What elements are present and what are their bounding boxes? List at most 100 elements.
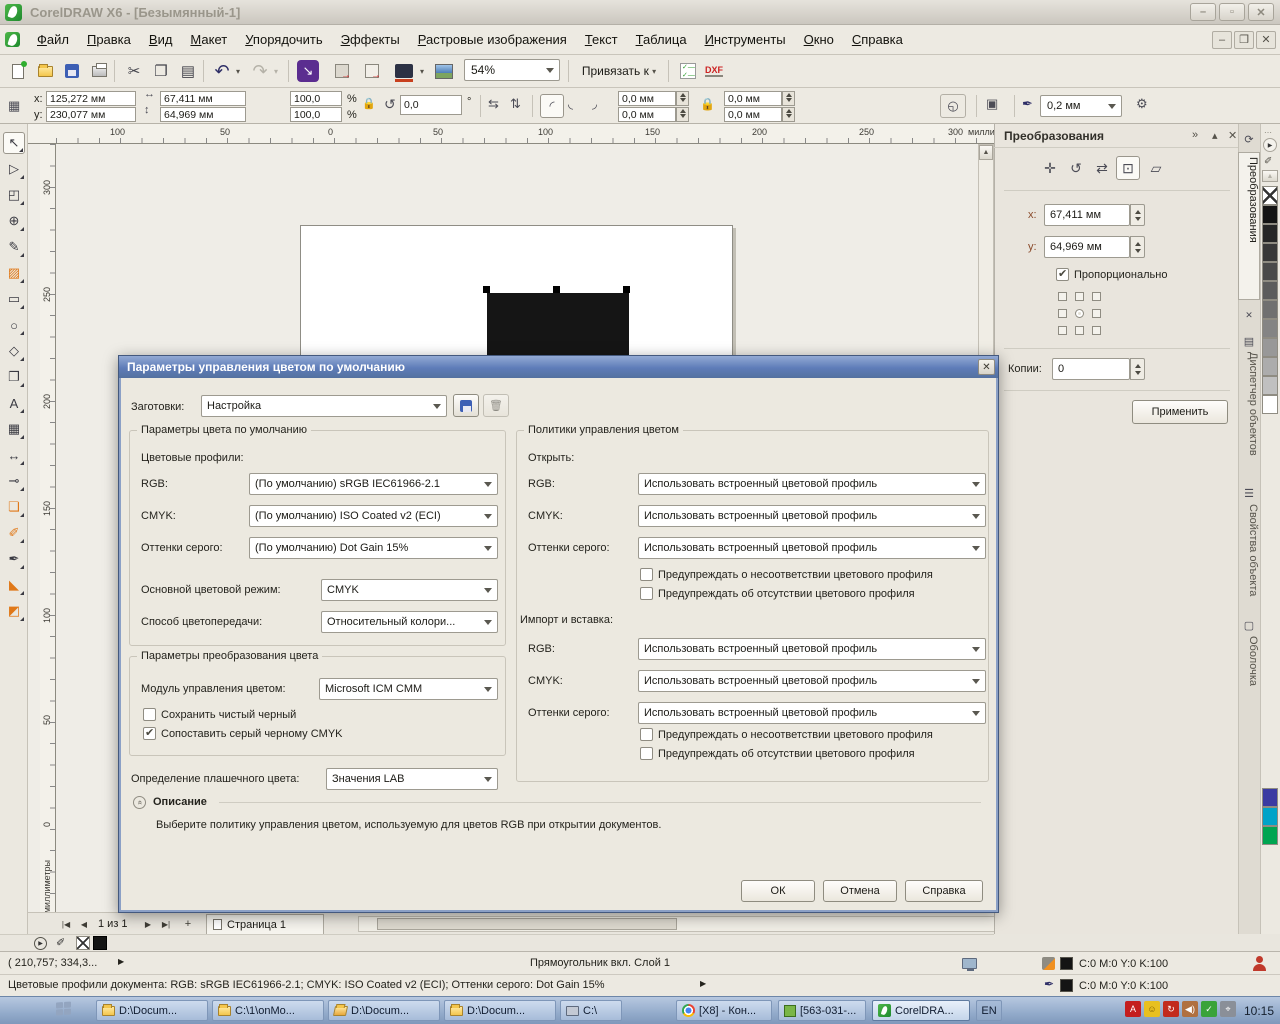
color-swatch[interactable] (1262, 376, 1278, 395)
color-swatch[interactable] (1262, 205, 1278, 224)
redo-button[interactable]: ↷ (248, 59, 272, 83)
color-swatch[interactable] (1262, 224, 1278, 243)
docker-y-input[interactable]: 64,969 мм (1044, 236, 1130, 258)
copies-input[interactable]: 0 (1052, 358, 1130, 380)
settings-gear-icon[interactable]: ⚙ (1136, 96, 1148, 112)
menu-file[interactable]: Файл (28, 28, 78, 51)
palette-flyout-button[interactable]: ▶ (1263, 138, 1277, 152)
menu-edit[interactable]: Правка (78, 28, 140, 51)
text-wrap-button[interactable]: ▣ (986, 96, 998, 112)
black-swatch[interactable] (93, 936, 107, 950)
transform-rotate-button[interactable]: ↺ (1064, 156, 1088, 180)
text-tool[interactable]: A (3, 392, 25, 414)
rgb-profile-select[interactable]: (По умолчанию) sRGB IEC61966-2.1 (249, 473, 498, 495)
color-swatch[interactable] (1262, 300, 1278, 319)
scalloped-corner-button[interactable]: ◟ (568, 96, 573, 112)
table-tool[interactable]: ▦ (3, 418, 25, 440)
application-launcher-dropdown[interactable]: ▾ (416, 59, 428, 83)
menu-table[interactable]: Таблица (627, 28, 696, 51)
ellipse-tool[interactable]: ○ (3, 314, 25, 336)
object-width-input[interactable]: 67,411 мм (160, 91, 246, 106)
blend-tool[interactable]: ❏ (3, 496, 25, 518)
dimension-tool[interactable]: ↔ (3, 444, 25, 466)
import-button[interactable]: ↘ (296, 59, 320, 83)
anchor-t[interactable] (1075, 292, 1084, 301)
selection-handle[interactable] (553, 286, 560, 293)
preserve-pure-black-checkbox[interactable] (143, 708, 156, 721)
application-launcher-button[interactable] (392, 59, 416, 83)
interactive-fill-tool[interactable]: ◩ (3, 600, 25, 622)
taskbar-my-computer[interactable]: C:\ (560, 1000, 622, 1021)
object-manager-icon[interactable]: ▤ (1242, 334, 1256, 348)
color-swatch[interactable] (1262, 788, 1278, 807)
close-tab-icon[interactable]: ✕ (1242, 308, 1256, 322)
up-arrow-icon[interactable] (1131, 237, 1144, 247)
transform-size-button[interactable]: ⊡ (1116, 156, 1140, 180)
color-swatch[interactable] (1262, 319, 1278, 338)
color-swatch[interactable] (1262, 281, 1278, 300)
tab-object-manager[interactable]: Диспетчер объектов (1239, 352, 1259, 474)
up-arrow-icon[interactable] (1131, 205, 1144, 215)
scale-x-input[interactable]: 100,0 (290, 91, 342, 106)
corner-radius-tl-input[interactable]: 0,0 мм (618, 91, 676, 106)
open-cmyk-policy-select[interactable]: Использовать встроенный цветовой профиль (638, 505, 986, 527)
selection-handle[interactable] (483, 286, 490, 293)
help-button[interactable]: Справка (905, 880, 983, 902)
menu-arrange[interactable]: Упорядочить (236, 28, 331, 51)
color-swatch[interactable] (1262, 243, 1278, 262)
play-icon[interactable]: ▶ (34, 937, 47, 950)
up-arrow-icon[interactable] (1131, 359, 1144, 369)
next-page-button[interactable]: ▶ (140, 916, 156, 932)
taskbar-explorer-3[interactable]: D:\Docum... (328, 1000, 440, 1021)
taskbar-explorer-2[interactable]: C:\1\onMo... (212, 1000, 324, 1021)
rendering-intent-select[interactable]: Относительный колори... (321, 611, 498, 633)
rotation-angle-input[interactable]: 0,0 (400, 95, 462, 115)
tab-transformations[interactable]: Преобразования (1238, 152, 1260, 300)
undo-dropdown[interactable]: ▾ (232, 59, 244, 83)
scrollbar-thumb[interactable] (377, 918, 677, 930)
object-x-input[interactable]: 125,272 мм (46, 91, 136, 106)
selection-handle[interactable] (623, 286, 630, 293)
antivirus-tray-icon[interactable]: ✓ (1201, 1001, 1217, 1017)
corner-tr-spinner[interactable] (782, 91, 795, 106)
transform-position-button[interactable]: ✛ (1038, 156, 1062, 180)
sync-tray-icon[interactable]: ↻ (1163, 1001, 1179, 1017)
collapse-description-icon[interactable]: » (133, 796, 146, 809)
object-height-input[interactable]: 64,969 мм (160, 107, 246, 122)
map-gray-to-cmyk-checkbox[interactable] (143, 727, 156, 740)
object-y-input[interactable]: 230,077 мм (46, 107, 136, 122)
doc-close-button[interactable]: ✕ (1256, 31, 1276, 49)
lock-corners-icon[interactable]: 🔒 (700, 97, 715, 111)
pdf-tray-icon[interactable]: A (1125, 1001, 1141, 1017)
import-cmyk-policy-select[interactable]: Использовать встроенный цветовой профиль (638, 670, 986, 692)
language-indicator[interactable]: EN (976, 1000, 1002, 1021)
swatch-no-color[interactable] (1262, 186, 1278, 205)
undo-button[interactable]: ↶ (210, 59, 234, 83)
ok-button[interactable]: ОК (741, 880, 815, 902)
envelope-icon[interactable]: ▢ (1242, 618, 1256, 632)
add-page-button[interactable]: + (180, 916, 196, 932)
rectangle-tool[interactable]: ▭ (3, 288, 25, 310)
basic-shapes-tool[interactable]: ❐ (3, 366, 25, 388)
palette-eyedropper-icon[interactable]: ✐ (1264, 156, 1272, 167)
copies-spinner[interactable] (1130, 358, 1145, 380)
transform-scale-mirror-button[interactable]: ⇄ (1090, 156, 1114, 180)
print-button[interactable] (87, 59, 111, 83)
import-grayscale-policy-select[interactable]: Использовать встроенный цветовой профиль (638, 702, 986, 724)
import-warn-mismatch-checkbox[interactable] (640, 728, 653, 741)
import-warn-missing-checkbox[interactable] (640, 747, 653, 760)
menu-help[interactable]: Справка (843, 28, 912, 51)
anchor-l[interactable] (1058, 309, 1067, 318)
relative-corner-button[interactable]: ◵ (940, 94, 966, 118)
messenger-tray-icon[interactable]: ☺ (1144, 1001, 1160, 1017)
anchor-br[interactable] (1092, 326, 1101, 335)
palette-scroll-up[interactable]: ▲ (1262, 170, 1278, 182)
lock-ratio-icon[interactable]: 🔒 (362, 97, 376, 110)
anchor-tr[interactable] (1092, 292, 1101, 301)
dxf-export-button[interactable]: DXF (702, 59, 726, 83)
smart-fill-tool[interactable]: ▨ (3, 262, 25, 284)
no-color-swatch[interactable] (76, 936, 90, 950)
color-engine-select[interactable]: Microsoft ICM CMM (319, 678, 498, 700)
paste-button[interactable]: ▤ (176, 59, 200, 83)
expand-arrow-icon[interactable]: ▶ (700, 979, 706, 988)
